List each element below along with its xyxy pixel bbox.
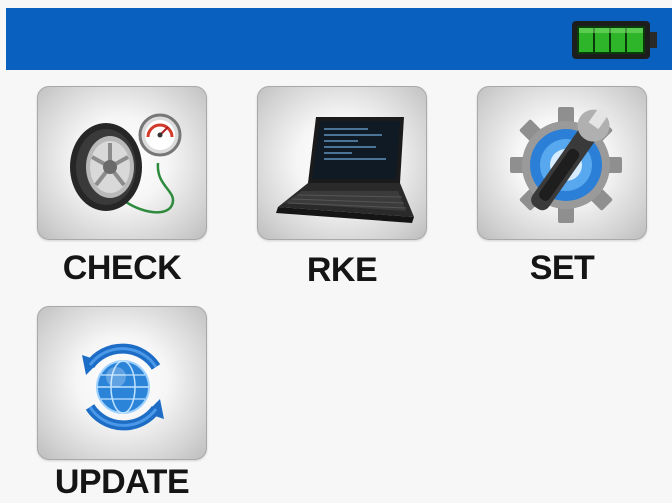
status-bar [6,8,672,70]
update-sync-icon [82,343,164,431]
main-menu-screen: CHECK RKE SET UPDATE [0,0,672,503]
update-label[interactable]: UPDATE [22,462,222,502]
laptop-icon [276,117,414,223]
rke-button[interactable] [257,86,427,240]
battery-full-icon [572,21,657,59]
rke-label[interactable]: RKE [242,250,442,290]
tire-pressure-icon [70,113,182,214]
settings-gear-wrench-icon [510,107,622,223]
check-label[interactable]: CHECK [22,248,222,288]
set-button[interactable] [477,86,647,240]
update-button[interactable] [37,306,207,460]
check-button[interactable] [37,86,207,240]
set-label[interactable]: SET [462,248,662,288]
